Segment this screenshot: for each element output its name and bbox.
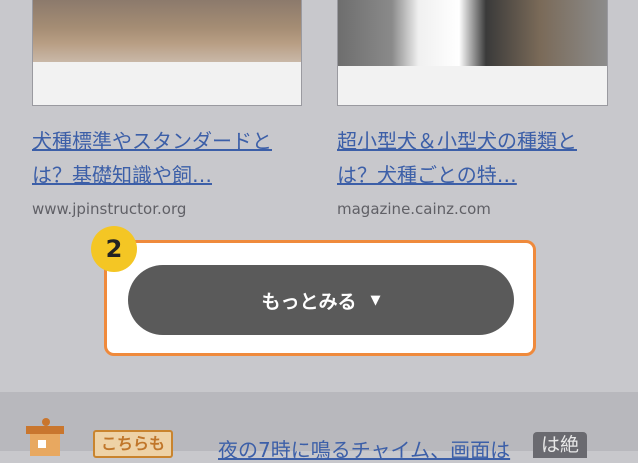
highlight-frame: もっとみる ▼ [104, 240, 536, 356]
dog-photo [338, 0, 607, 66]
show-more-button[interactable]: もっとみる ▼ [128, 265, 514, 335]
triangle-down-icon: ▼ [370, 292, 381, 308]
promo-headline-link[interactable]: 夜の7時に鳴るチャイム、画面は [218, 434, 510, 463]
overlay-badge: は絶 [533, 432, 588, 458]
article-thumbnail-right[interactable] [337, 0, 608, 106]
shop-icon [26, 418, 64, 456]
step-number-badge: 2 [91, 226, 137, 272]
article-title-link[interactable]: 超小型犬＆小型犬の種類とは？犬種ごとの特… [337, 124, 612, 192]
article-thumbnail-left[interactable] [32, 0, 302, 106]
promo-banner[interactable]: こちらも 夜の7時に鳴るチャイム、画面は は絶 [0, 392, 638, 462]
article-title-link[interactable]: 犬種標準やスタンダードとは？基礎知識や飼… [32, 124, 307, 192]
promo-badge: こちらも [93, 430, 174, 458]
article-domain: magazine.cainz.com [337, 200, 491, 218]
show-more-label: もっとみる [261, 290, 357, 313]
article-domain: www.jpinstructor.org [32, 200, 187, 218]
dog-photo [33, 0, 301, 62]
